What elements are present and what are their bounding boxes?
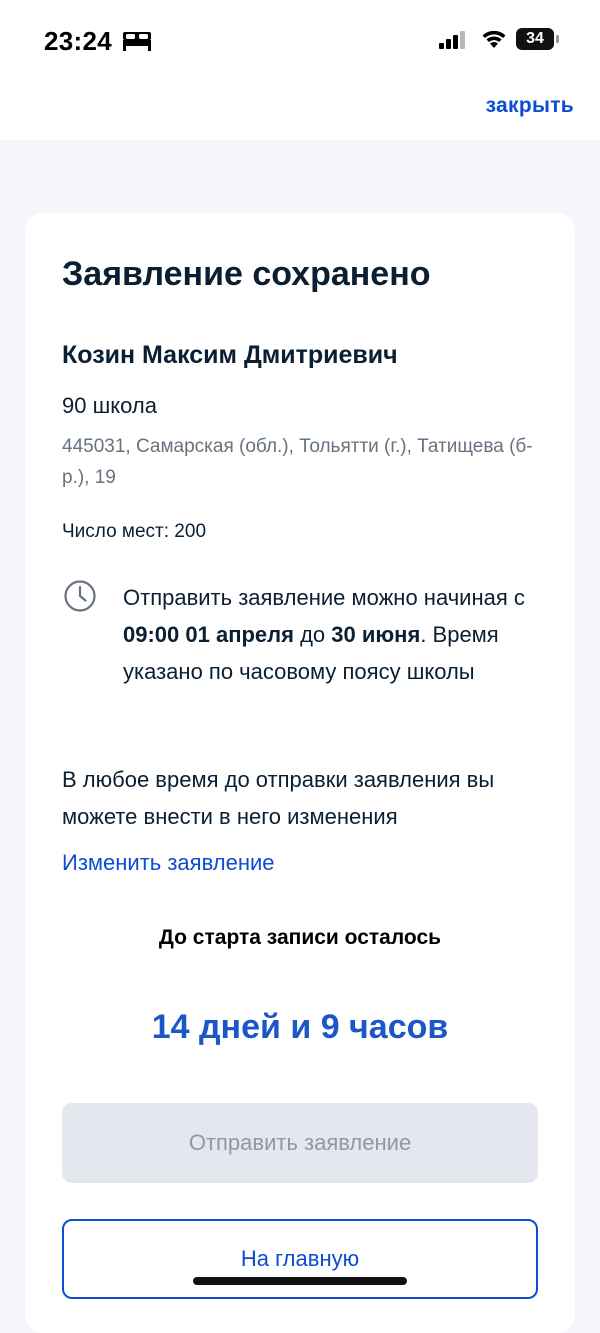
notice-end: 30 июня bbox=[331, 622, 421, 647]
battery-icon: 34 bbox=[516, 28, 554, 50]
close-button[interactable]: закрыть bbox=[486, 94, 574, 118]
notice-middle: до bbox=[293, 622, 332, 647]
status-bar: 23:24 34 bbox=[0, 0, 600, 80]
school-name: 90 школа bbox=[62, 393, 157, 418]
clock-icon bbox=[64, 580, 96, 612]
status-time: 23:24 bbox=[44, 26, 112, 56]
submit-application-button[interactable]: Отправить заявление bbox=[62, 1103, 538, 1183]
countdown-label: До старта записи осталось bbox=[158, 926, 442, 949]
school-address: 445031, Самарская (обл.), Тольятти (г.),… bbox=[62, 436, 533, 488]
top-bar: закрыть bbox=[0, 80, 600, 140]
seats-count: Число мест: 200 bbox=[62, 521, 207, 542]
battery-cap bbox=[556, 35, 559, 43]
wifi-icon bbox=[482, 30, 506, 48]
notice-start: 09:00 01 апреля bbox=[123, 622, 294, 647]
notice-prefix: Отправить заявление можно начиная с bbox=[123, 585, 525, 610]
home-button[interactable]: На главную bbox=[62, 1219, 538, 1299]
home-indicator[interactable] bbox=[193, 1277, 407, 1285]
signal-icon bbox=[439, 31, 465, 49]
application-card: Заявление сохранено Козин Максим Дмитрие… bbox=[25, 213, 575, 1333]
person-name: Козин Максим Дмитриевич bbox=[62, 341, 398, 369]
page-title: Заявление сохранено bbox=[62, 255, 431, 293]
edit-application-link[interactable]: Изменить заявление bbox=[62, 850, 275, 876]
submission-notice: Отправить заявление можно начиная с 09:0… bbox=[123, 579, 543, 690]
bed-icon bbox=[123, 32, 151, 51]
change-note: В любое время до отправки заявления вы м… bbox=[62, 767, 495, 829]
countdown-value: 14 дней и 9 часов bbox=[151, 1008, 449, 1046]
